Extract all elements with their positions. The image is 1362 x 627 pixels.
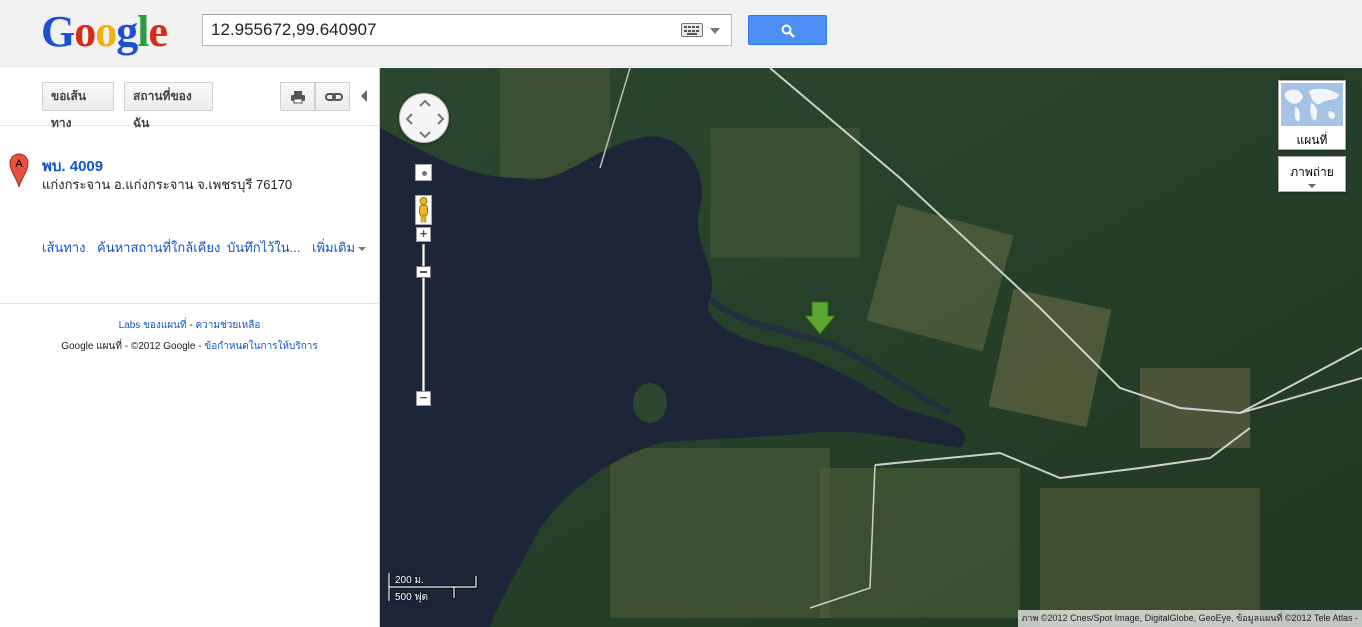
logo-letter: g <box>116 7 138 56</box>
center-dot-button[interactable] <box>415 164 432 181</box>
link-button[interactable] <box>315 82 350 111</box>
more-label: เพิ่มเติม <box>312 240 356 255</box>
zoom-out-button[interactable]: − <box>416 391 431 406</box>
help-link[interactable]: ความช่วยเหลือ <box>195 320 260 331</box>
input-tools-dropdown-icon[interactable] <box>710 28 720 34</box>
top-bar: Google <box>0 0 1362 67</box>
marker-a-icon: A <box>9 153 29 188</box>
my-places-button[interactable]: สถานที่ของฉัน <box>124 82 213 130</box>
zoom-in-button[interactable]: + <box>416 227 431 242</box>
map-attribution: ภาพ ©2012 Cnes/Spot Image, DigitalGlobe,… <box>1017 610 1362 627</box>
collapse-panel-icon[interactable] <box>361 90 367 102</box>
terms-link[interactable]: ข้อกำหนดในการให้บริการ <box>204 341 317 352</box>
divider <box>0 303 379 304</box>
link-icon <box>325 93 343 101</box>
directions-link[interactable]: เส้นทาง <box>42 237 85 258</box>
zoom-slider-handle[interactable] <box>416 266 431 278</box>
place-address: แก่งกระจาน อ.แก่งกระจาน จ.เพชรบุรี 76170 <box>42 177 293 192</box>
footer-links: Labs ของแผนที่ - ความช่วยเหลือ <box>0 318 379 333</box>
scale-bar: 200 ม. 500 ฟุต <box>387 573 478 603</box>
search-button[interactable] <box>748 15 827 45</box>
search-nearby-link[interactable]: ค้นหาสถานที่ใกล้เคียง <box>97 237 220 258</box>
logo-letter: G <box>41 7 75 56</box>
footer-copyright: Google แผนที่ - ©2012 Google - ข้อกำหนดใ… <box>0 339 379 354</box>
print-icon <box>291 91 305 104</box>
map-canvas[interactable]: + − แผนที่ ภาพถ่าย 200 ม. 500 ฟุต ภาพ ©2… <box>380 68 1362 627</box>
logo-letter: l <box>137 7 149 56</box>
pan-control[interactable] <box>399 93 449 143</box>
logo-letter: o <box>74 7 96 56</box>
search-icon <box>781 24 795 38</box>
print-button[interactable] <box>280 82 315 111</box>
chevron-down-icon <box>358 246 367 251</box>
save-to-link[interactable]: บันทึกไว้ใน... <box>227 237 301 258</box>
copyright-text: Google แผนที่ - ©2012 Google - <box>61 341 205 352</box>
world-map-thumbnail <box>1281 83 1343 126</box>
keyboard-icon[interactable] <box>681 23 703 37</box>
scale-imperial-label: 500 ฟุต <box>395 592 429 603</box>
labs-link[interactable]: Labs ของแผนที่ <box>119 320 187 331</box>
more-link[interactable]: เพิ่มเติม <box>312 237 367 258</box>
chevron-down-icon <box>1308 184 1316 188</box>
satellite-imagery <box>380 68 1362 627</box>
search-input[interactable] <box>203 15 673 45</box>
google-logo[interactable]: Google <box>41 7 168 56</box>
get-directions-button[interactable]: ขอเส้นทาง <box>42 82 114 130</box>
panel-toolbar: ขอเส้นทาง สถานที่ของฉัน <box>0 68 379 130</box>
pan-arrows-icon <box>405 99 445 139</box>
logo-letter: e <box>148 7 168 56</box>
pegman-icon <box>419 197 428 223</box>
pegman-button[interactable] <box>415 195 432 225</box>
marker-letter: A <box>15 158 23 170</box>
logo-letter: o <box>95 7 117 56</box>
handle-grip-icon <box>420 271 427 273</box>
map-type-label: แผนที่ <box>1296 133 1328 147</box>
satellite-type-button[interactable]: ภาพถ่าย <box>1278 156 1346 192</box>
satellite-type-label: ภาพถ่าย <box>1290 165 1334 179</box>
map-type-button[interactable]: แผนที่ <box>1278 80 1346 150</box>
left-panel: ขอเส้นทาง สถานที่ของฉัน A พบ. 4009 แก่งก… <box>0 68 380 627</box>
search-box <box>202 14 732 46</box>
dot-icon <box>422 171 427 176</box>
scale-metric-label: 200 ม. <box>395 575 424 586</box>
